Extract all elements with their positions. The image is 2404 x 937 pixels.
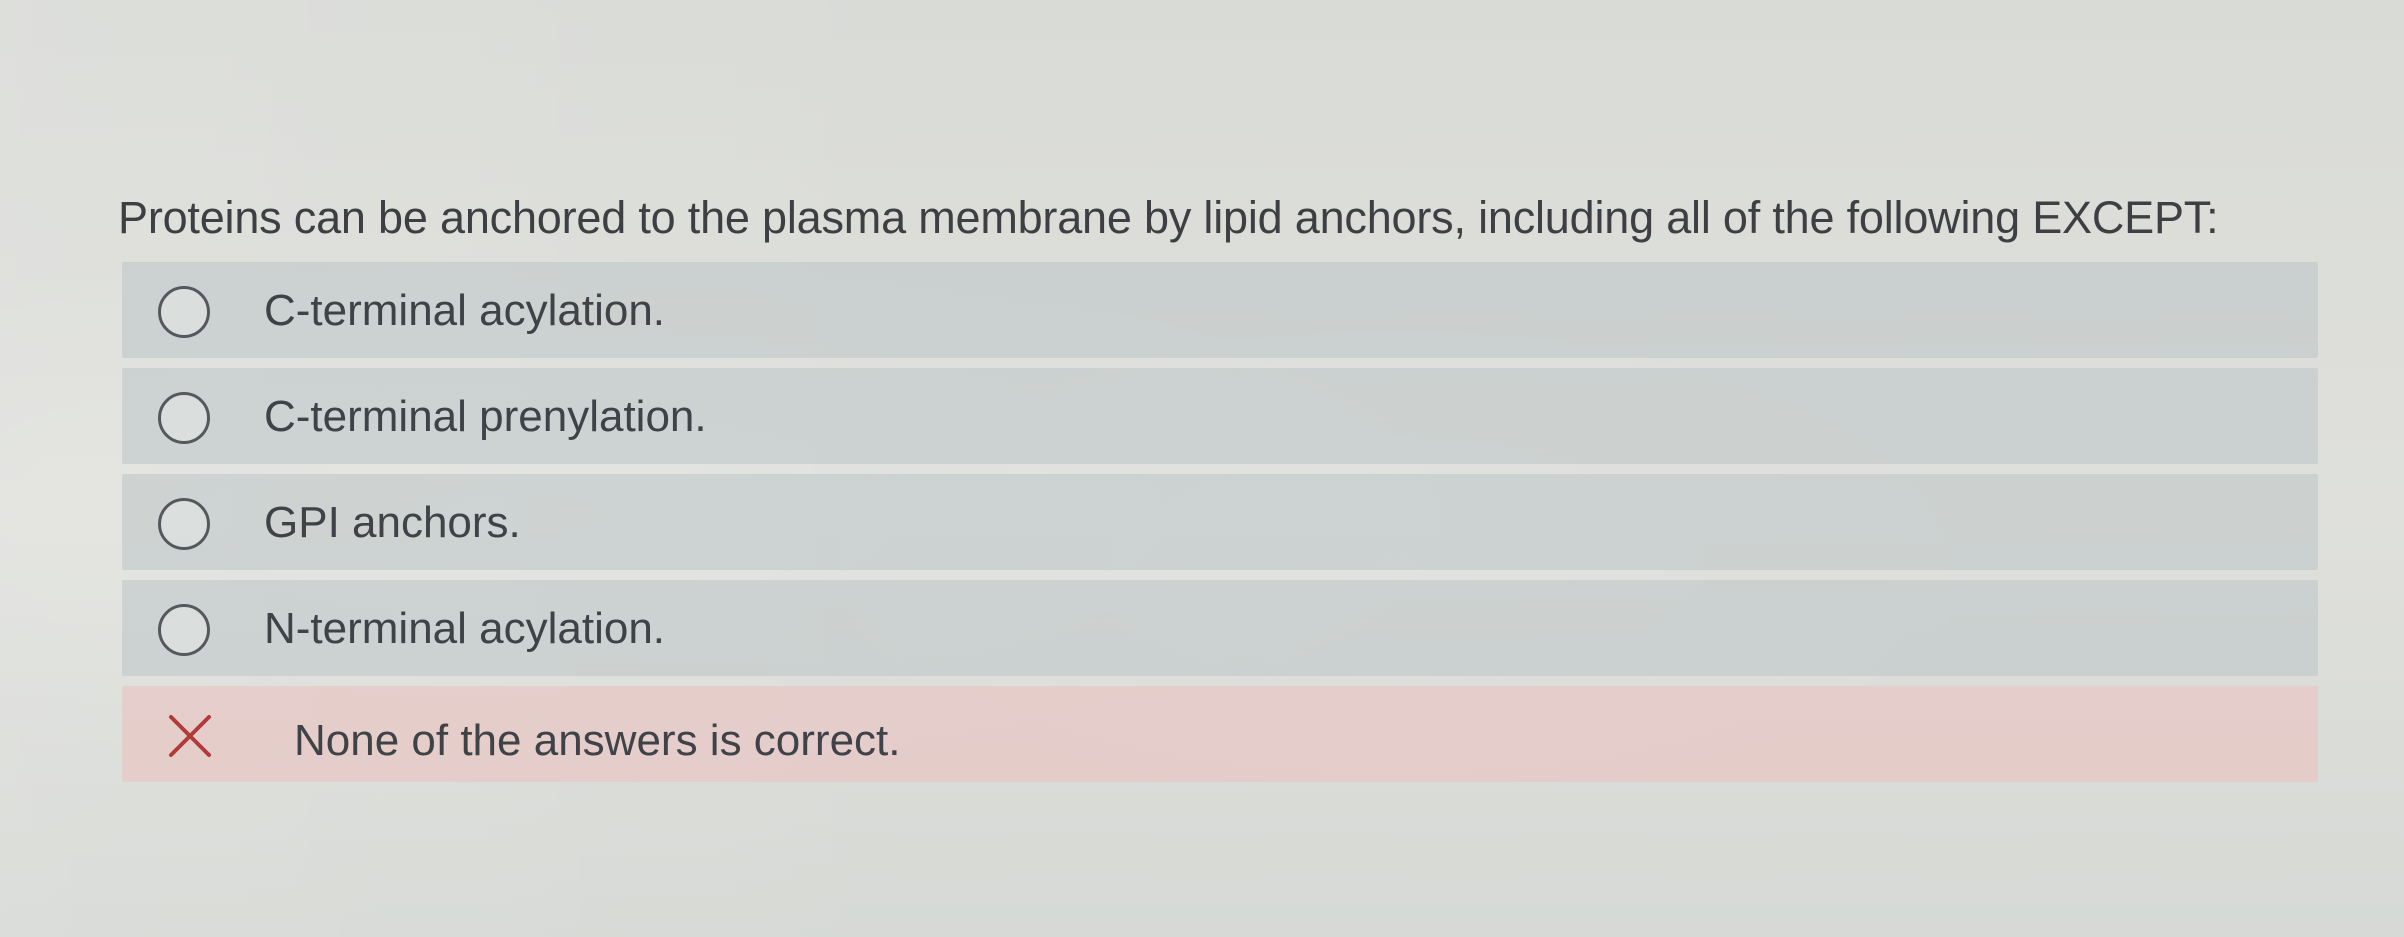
x-icon: [169, 715, 211, 757]
answer-option-none-of-the-answers[interactable]: None of the answers is correct.: [122, 686, 2318, 782]
answer-option-c-terminal-prenylation[interactable]: C-terminal prenylation.: [122, 368, 2318, 464]
answer-options: C-terminal acylation. C-terminal prenyla…: [122, 262, 2318, 792]
quiz-screen: Proteins can be anchored to the plasma m…: [0, 0, 2404, 937]
answer-option-c-terminal-acylation[interactable]: C-terminal acylation.: [122, 262, 2318, 358]
radio-icon[interactable]: [158, 498, 210, 550]
radio-icon[interactable]: [158, 392, 210, 444]
question-text: Proteins can be anchored to the plasma m…: [118, 192, 2219, 243]
answer-option-gpi-anchors[interactable]: GPI anchors.: [122, 474, 2318, 570]
radio-icon[interactable]: [158, 604, 210, 656]
answer-option-n-terminal-acylation[interactable]: N-terminal acylation.: [122, 580, 2318, 676]
answer-option-label: C-terminal prenylation.: [264, 392, 707, 441]
answer-option-label: GPI anchors.: [264, 498, 521, 547]
radio-icon[interactable]: [158, 286, 210, 338]
answer-option-label: N-terminal acylation.: [264, 604, 666, 653]
answer-option-label: None of the answers is correct.: [294, 716, 901, 765]
answer-option-label: C-terminal acylation.: [264, 286, 666, 335]
